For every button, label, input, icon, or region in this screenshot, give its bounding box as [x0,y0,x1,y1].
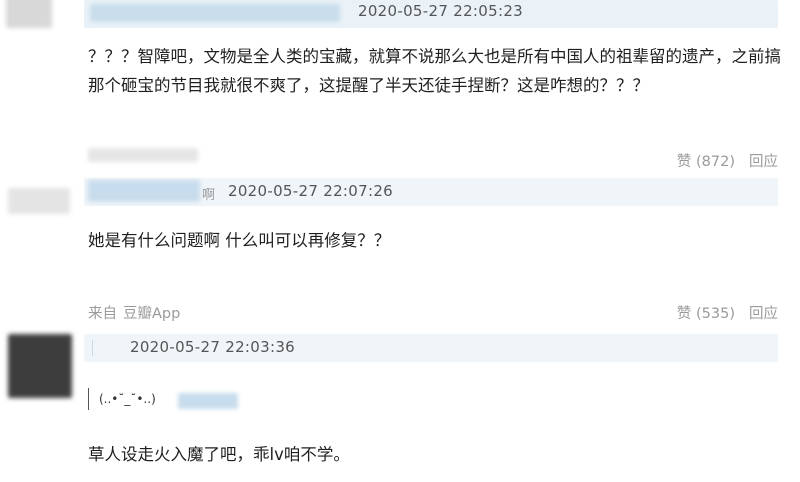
source-app-link[interactable]: 豆瓣App [123,306,180,322]
comment-thread: 2020-05-27 22:05:23 ？？？智障吧，文物是全人类的宝藏，就算不… [0,0,800,482]
quote-bar [88,388,89,410]
username-redacted[interactable] [88,180,200,202]
quoted-reply: (..•˘_˘•..) [88,388,156,410]
comment-text: 她是有什么问题啊 什么叫可以再修复？？ [88,231,391,250]
comment-actions: 赞 (872) 回应 [677,150,778,171]
comment-actions: 赞 (535) 回应 [677,302,778,323]
reply-button[interactable]: 回应 [749,150,778,171]
username-tail: 啊 [202,188,216,203]
comment-header: 2020-05-27 22:03:36 [84,334,778,362]
divider [92,340,93,356]
avatar[interactable] [8,334,72,398]
emoticon-text: (..•˘_˘•..) [99,392,156,406]
comment-timestamp: 2020-05-27 22:03:36 [130,338,296,356]
like-button[interactable]: 赞 (535) [677,302,735,323]
comment-header: 2020-05-27 22:05:23 [84,0,778,28]
avatar[interactable] [8,188,70,214]
like-button[interactable]: 赞 (872) [677,150,735,171]
comment-timestamp: 2020-05-27 22:07:26 [228,182,394,200]
avatar[interactable] [6,0,52,28]
comment-text: 草人设走火入魔了吧，乖lv咱不学。 [88,445,350,464]
reply-button[interactable]: 回应 [749,302,778,323]
comment-header: 啊 2020-05-27 22:07:26 [84,178,778,206]
username-redacted[interactable] [178,393,238,409]
source-redacted [88,148,198,162]
username-redacted[interactable] [90,4,340,22]
comment-timestamp: 2020-05-27 22:05:23 [358,2,524,20]
comment-source: 来自 豆瓣App [88,302,180,323]
comment-text: ？？？智障吧，文物是全人类的宝藏，就算不说那么大也是所有中国人的祖辈留的遗产，之… [88,47,781,95]
source-prefix: 来自 [88,306,117,322]
